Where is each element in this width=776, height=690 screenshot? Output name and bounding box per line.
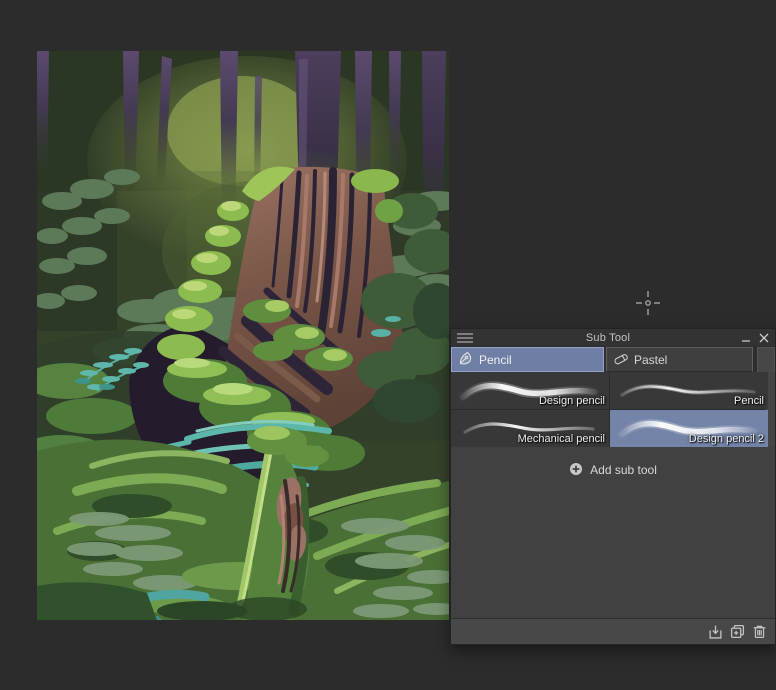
pen-nib-icon: [458, 350, 474, 369]
add-sub-tool-label: Add sub tool: [590, 463, 657, 477]
minimize-icon[interactable]: [741, 333, 751, 343]
panel-title: Sub Tool: [585, 331, 631, 344]
brush-design-pencil-2[interactable]: Design pencil 2: [610, 410, 768, 447]
close-icon[interactable]: [759, 333, 769, 343]
add-sub-tool-button[interactable]: Add sub tool: [451, 459, 775, 481]
tab-pencil[interactable]: Pencil: [451, 347, 604, 372]
tool-tab-bar: Pencil Pastel: [451, 346, 775, 372]
tab-strip-filler: [757, 347, 775, 372]
subtool-panel: Sub Tool Pencil Pastel Design pencil Pen…: [450, 328, 776, 645]
tab-pastel[interactable]: Pastel: [606, 347, 753, 372]
duplicate-sub-tool-icon[interactable]: [730, 624, 745, 639]
register-sub-tool-icon[interactable]: [708, 624, 723, 639]
panel-footer: [451, 618, 775, 644]
tab-label: Pencil: [479, 352, 512, 367]
tab-label: Pastel: [634, 352, 668, 367]
brush-design-pencil[interactable]: Design pencil: [451, 372, 609, 409]
pastel-stick-icon: [613, 350, 629, 369]
plus-circle-icon: [569, 462, 583, 479]
canvas[interactable]: [37, 51, 449, 620]
brush-crosshair-cursor: [635, 290, 661, 316]
brush-label: Design pencil: [538, 395, 605, 407]
brush-label: Pencil: [734, 395, 764, 407]
brush-list-empty-area: [451, 481, 775, 618]
brush-label: Design pencil 2: [688, 433, 764, 445]
brush-mechanical-pencil[interactable]: Mechanical pencil: [451, 410, 609, 447]
delete-sub-tool-icon[interactable]: [752, 624, 767, 639]
brush-label: Mechanical pencil: [517, 433, 605, 445]
panel-menu-icon[interactable]: [457, 332, 475, 344]
panel-titlebar: Sub Tool: [451, 329, 775, 346]
painting-svg: [37, 51, 449, 620]
brush-list: Design pencil Pencil Mechanical pencil D…: [451, 372, 775, 447]
brush-pencil[interactable]: Pencil: [610, 372, 768, 409]
